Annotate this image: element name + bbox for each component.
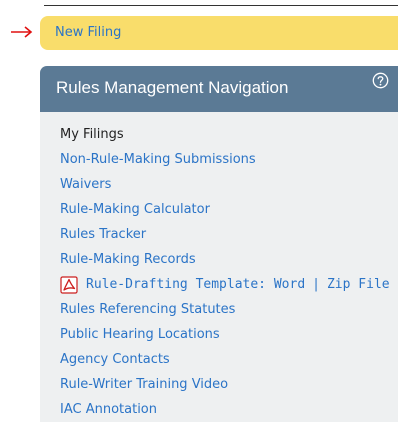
nav-link[interactable]: Rules Tracker <box>60 227 146 242</box>
nav-item-agency-contacts[interactable]: Agency Contacts <box>60 347 398 372</box>
nav-link[interactable]: Rules Referencing Statutes <box>60 302 235 317</box>
nav-item-rule-writer-training-video[interactable]: Rule-Writer Training Video <box>60 372 398 397</box>
nav-link[interactable]: Rule-Making Calculator <box>60 202 210 217</box>
nav-link[interactable]: Non-Rule-Making Submissions <box>60 152 256 167</box>
nav-item-iac-annotation[interactable]: IAC Annotation <box>60 397 398 422</box>
pdf-icon <box>60 275 78 294</box>
panel-header: Rules Management Navigation <box>40 66 398 112</box>
nav-link[interactable]: Rule-Making Records <box>60 252 196 267</box>
nav-item-rules-referencing-statutes[interactable]: Rules Referencing Statutes <box>60 297 398 322</box>
question-circle-icon[interactable] <box>372 72 389 89</box>
template-zip-link[interactable]: Zip File <box>327 272 390 297</box>
nav-link[interactable]: Public Hearing Locations <box>60 327 220 342</box>
rules-navigation-panel: Rules Management Navigation My Filings N… <box>40 66 398 422</box>
divider <box>44 5 398 6</box>
new-filing-button[interactable]: New Filing <box>40 16 398 50</box>
nav-item-rules-tracker[interactable]: Rules Tracker <box>60 222 398 247</box>
template-label: Rule-Drafting Template: <box>86 277 267 292</box>
nav-item-rule-making-calculator[interactable]: Rule-Making Calculator <box>60 197 398 222</box>
nav-item-rule-making-records[interactable]: Rule-Making Records <box>60 247 398 272</box>
nav-item-my-filings: My Filings <box>60 127 124 142</box>
nav-link[interactable]: Agency Contacts <box>60 352 170 367</box>
template-word-link[interactable]: Word <box>274 272 305 297</box>
nav-item-non-rule-making-submissions[interactable]: Non-Rule-Making Submissions <box>60 147 398 172</box>
nav-link[interactable]: IAC Annotation <box>60 402 157 417</box>
nav-item-rule-drafting-template: Rule-Drafting Template: Word | Zip File <box>60 272 398 297</box>
nav-link[interactable]: Waivers <box>60 177 111 192</box>
new-filing-label: New Filing <box>55 25 122 40</box>
page: New Filing Rules Management Navigation M… <box>0 0 398 422</box>
arrow-right-icon <box>11 26 33 38</box>
nav-link[interactable]: Rule-Writer Training Video <box>60 377 228 392</box>
nav-list: My Filings Non-Rule-Making Submissions W… <box>40 112 398 422</box>
nav-item-waivers[interactable]: Waivers <box>60 172 398 197</box>
panel-title: Rules Management Navigation <box>56 78 289 97</box>
nav-item-public-hearing-locations[interactable]: Public Hearing Locations <box>60 322 398 347</box>
template-separator: | <box>312 277 320 292</box>
